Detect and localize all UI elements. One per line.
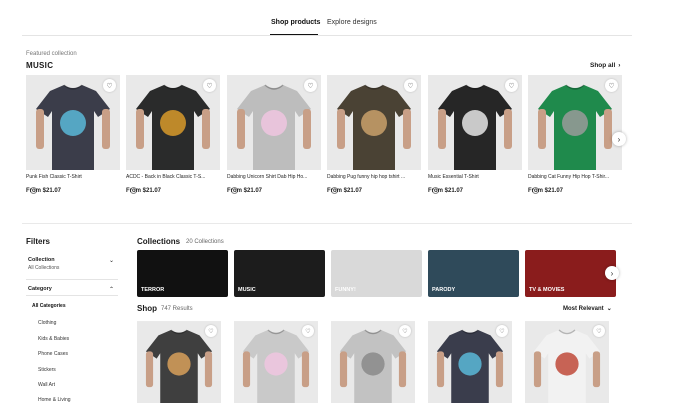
heart-icon[interactable]: ♡ bbox=[404, 79, 417, 92]
shop-results-count: 747 Results bbox=[161, 306, 193, 312]
category-all[interactable]: All Categories bbox=[32, 303, 66, 309]
filter-divider bbox=[26, 295, 118, 296]
top-tabs: Shop products Explore designs bbox=[0, 14, 675, 36]
category-wall-art[interactable]: Wall Art bbox=[38, 382, 55, 388]
collection-filter-label: Collection bbox=[28, 257, 55, 263]
shop-product-card[interactable]: ♡ bbox=[137, 321, 221, 403]
product-price: From $21.07 bbox=[126, 188, 162, 194]
collection-card[interactable]: FUNNY! bbox=[331, 250, 422, 297]
chevron-right-icon: › bbox=[610, 268, 614, 278]
product-name[interactable]: ACDC - Back in Black Classic T-S... bbox=[126, 174, 222, 180]
product-card[interactable]: ♡ Punk Fish Classic T-Shirt From $21.07 bbox=[26, 75, 120, 199]
chevron-right-icon: › bbox=[617, 134, 621, 144]
shop-product-card[interactable]: ♡ bbox=[428, 321, 512, 403]
product-card[interactable]: ♡ Music Essential T-Shirt From $21.07 bbox=[428, 75, 522, 199]
category-home-living[interactable]: Home & Living bbox=[38, 397, 71, 403]
product-card[interactable]: ♡ ACDC - Back in Black Classic T-S... Fr… bbox=[126, 75, 220, 199]
product-card[interactable]: ♡ Dabbing Cat Funny Hip Hop T-Shir... Fr… bbox=[528, 75, 622, 199]
chevron-up-icon: ⌃ bbox=[108, 287, 114, 293]
product-name[interactable]: Dabbing Unicorn Shirt Dab Hip Ho... bbox=[227, 174, 323, 180]
collection-card[interactable]: TV & MOVIES bbox=[525, 250, 616, 297]
collection-label: TV & MOVIES bbox=[529, 287, 565, 293]
chevron-right-icon: › bbox=[618, 62, 621, 69]
heart-icon[interactable]: ♡ bbox=[205, 325, 217, 337]
sort-dropdown[interactable]: Most Relevant ⌄ bbox=[563, 305, 612, 313]
section-divider bbox=[22, 223, 632, 224]
tabs-divider bbox=[22, 35, 632, 36]
heart-icon[interactable]: ♡ bbox=[203, 79, 216, 92]
category-filter[interactable]: Category ⌃ bbox=[28, 286, 118, 293]
shop-all-label: Shop all bbox=[590, 62, 616, 69]
featured-title: MUSIC bbox=[26, 61, 54, 70]
chevron-down-icon: ⌄ bbox=[606, 306, 612, 312]
filters-title: Filters bbox=[26, 237, 51, 246]
product-name[interactable]: Music Essential T-Shirt bbox=[428, 174, 524, 180]
heart-icon[interactable]: ♡ bbox=[399, 325, 411, 337]
chevron-down-icon: ⌄ bbox=[108, 258, 114, 264]
tab-explore-designs[interactable]: Explore designs bbox=[327, 19, 377, 26]
shop-product-card[interactable]: ♡ bbox=[234, 321, 318, 403]
collection-label: FUNNY! bbox=[335, 287, 356, 293]
carousel-next-button[interactable]: › bbox=[612, 132, 626, 146]
product-name[interactable]: Dabbing Cat Funny Hip Hop T-Shir... bbox=[528, 174, 624, 180]
product-price: From $21.07 bbox=[26, 188, 62, 194]
collections-count: 20 Collections bbox=[186, 239, 224, 245]
product-card[interactable]: ♡ Dabbing Unicorn Shirt Dab Hip Ho... Fr… bbox=[227, 75, 321, 199]
collections-title: Collections bbox=[137, 237, 181, 246]
collection-filter[interactable]: Collection All Collections ⌄ bbox=[28, 257, 118, 271]
category-clothing[interactable]: Clothing bbox=[38, 320, 56, 326]
collection-label: PARODY bbox=[432, 287, 456, 293]
heart-icon[interactable]: ♡ bbox=[593, 325, 605, 337]
shop-product-card[interactable]: ♡ bbox=[525, 321, 609, 403]
filter-divider bbox=[26, 279, 118, 280]
collection-filter-value: All Collections bbox=[28, 265, 60, 271]
shop-title: Shop bbox=[137, 304, 157, 313]
product-price: From $21.07 bbox=[428, 188, 464, 194]
heart-icon[interactable]: ♡ bbox=[505, 79, 518, 92]
category-filter-label: Category bbox=[28, 286, 52, 292]
heart-icon[interactable]: ♡ bbox=[302, 325, 314, 337]
tab-shop-products[interactable]: Shop products bbox=[271, 19, 320, 26]
featured-caption: Featured collection bbox=[26, 51, 77, 57]
heart-icon[interactable]: ♡ bbox=[496, 325, 508, 337]
product-name[interactable]: Punk Fish Classic T-Shirt bbox=[26, 174, 122, 180]
product-card[interactable]: ♡ Dabbing Pug funny hip hop tshirt ... F… bbox=[327, 75, 421, 199]
sort-label: Most Relevant bbox=[563, 305, 604, 312]
product-price: From $21.07 bbox=[327, 188, 363, 194]
product-price: From $21.07 bbox=[528, 188, 564, 194]
heart-icon[interactable]: ♡ bbox=[103, 79, 116, 92]
category-kids-babies[interactable]: Kids & Babies bbox=[38, 336, 69, 342]
product-name[interactable]: Dabbing Pug funny hip hop tshirt ... bbox=[327, 174, 423, 180]
heart-icon[interactable]: ♡ bbox=[304, 79, 317, 92]
category-stickers[interactable]: Stickers bbox=[38, 367, 56, 373]
heart-icon[interactable]: ♡ bbox=[605, 79, 618, 92]
shop-all-link[interactable]: Shop all › bbox=[590, 62, 620, 69]
shop-product-card[interactable]: ♡ bbox=[331, 321, 415, 403]
collection-label: TERROR bbox=[141, 287, 165, 293]
collection-card[interactable]: TERROR bbox=[137, 250, 228, 297]
collection-card[interactable]: MUSIC bbox=[234, 250, 325, 297]
collection-card[interactable]: PARODY bbox=[428, 250, 519, 297]
collections-next-button[interactable]: › bbox=[605, 266, 619, 280]
collection-label: MUSIC bbox=[238, 287, 256, 293]
product-price: From $21.07 bbox=[227, 188, 263, 194]
category-phone-cases[interactable]: Phone Cases bbox=[38, 351, 68, 357]
